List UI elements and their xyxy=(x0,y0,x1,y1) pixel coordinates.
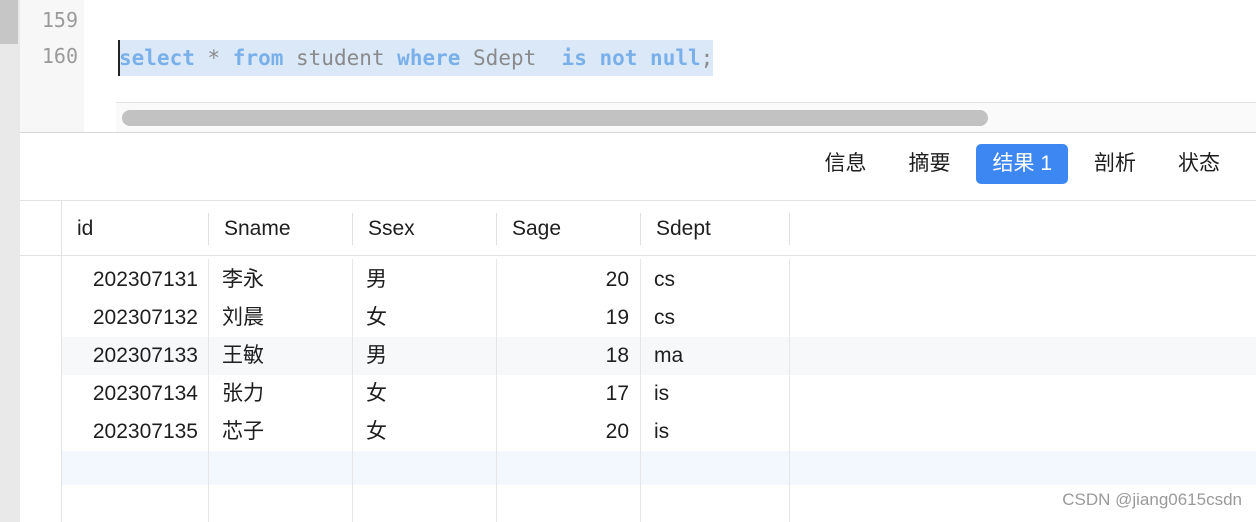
text-cursor xyxy=(118,40,120,76)
result-grid[interactable]: id Sname Ssex Sage Sdept 202307131 李永 男 … xyxy=(20,201,1256,522)
cell-id[interactable]: 202307134 xyxy=(62,375,198,413)
code-star: * xyxy=(194,46,233,70)
cell-ssex[interactable]: 女 xyxy=(366,299,387,337)
table-row[interactable]: 202307133 王敏 男 18 ma xyxy=(62,337,1256,375)
code-table-name: student xyxy=(283,46,398,70)
cell-sage[interactable]: 19 xyxy=(497,299,629,337)
cell-ssex[interactable]: 男 xyxy=(366,261,387,299)
vertical-scrollbar-track[interactable] xyxy=(0,0,20,522)
cell-sdept[interactable]: cs xyxy=(654,299,675,337)
keyword-select: select xyxy=(119,46,195,70)
column-header-sname[interactable]: Sname xyxy=(209,213,353,245)
column-header-sage[interactable]: Sage xyxy=(497,213,641,245)
cell-sage[interactable]: 20 xyxy=(497,261,629,299)
sql-editor[interactable]: 159 160 select * from student where Sdep… xyxy=(0,0,1256,133)
cell-sdept[interactable]: is xyxy=(654,413,669,451)
header-divider xyxy=(20,255,1256,256)
column-header-id[interactable]: id xyxy=(62,213,209,245)
sql-query-line[interactable]: select * from student where Sdept is not… xyxy=(119,40,714,76)
line-number: 159 xyxy=(41,8,78,32)
cell-id[interactable]: 202307132 xyxy=(62,299,198,337)
cell-sname[interactable]: 王敏 xyxy=(222,337,264,375)
cell-sname[interactable]: 李永 xyxy=(222,261,264,299)
column-divider xyxy=(352,259,353,522)
row-selector-column[interactable] xyxy=(20,201,62,522)
keyword-from: from xyxy=(232,46,284,70)
column-divider xyxy=(640,259,641,522)
table-row[interactable]: 202307131 李永 男 20 cs xyxy=(62,261,1256,299)
column-divider xyxy=(496,259,497,522)
tab-result-1[interactable]: 结果 1 xyxy=(976,144,1068,184)
cell-sdept[interactable]: is xyxy=(654,375,669,413)
cell-ssex[interactable]: 男 xyxy=(366,337,387,375)
code-column-name: Sdept xyxy=(460,46,562,70)
cell-ssex[interactable]: 女 xyxy=(366,375,387,413)
cell-sname[interactable]: 张力 xyxy=(222,375,264,413)
watermark: CSDN @jiang0615csdn xyxy=(1062,490,1242,509)
line-number: 160 xyxy=(41,44,78,68)
cell-id[interactable]: 202307131 xyxy=(62,261,198,299)
cell-sage[interactable]: 20 xyxy=(497,413,629,451)
editor-divider xyxy=(20,132,1256,133)
cell-sname[interactable]: 刘晨 xyxy=(222,299,264,337)
column-divider xyxy=(789,259,790,522)
cell-id[interactable]: 202307133 xyxy=(62,337,198,375)
code-semicolon: ; xyxy=(700,46,714,70)
keyword-is-not-null: is not null xyxy=(561,46,701,70)
table-row[interactable]: 202307132 刘晨 女 19 cs xyxy=(62,299,1256,337)
column-header-ssex[interactable]: Ssex xyxy=(353,213,497,245)
vertical-scrollbar-thumb[interactable] xyxy=(0,0,18,44)
tab-info[interactable]: 信息 xyxy=(808,144,882,184)
table-row[interactable]: 202307135 芯子 女 20 is xyxy=(62,413,1256,451)
table-row[interactable]: 202307134 张力 女 17 is xyxy=(62,375,1256,413)
tab-summary[interactable]: 摘要 xyxy=(892,144,966,184)
cell-sdept[interactable]: ma xyxy=(654,337,683,375)
column-divider xyxy=(208,259,209,522)
result-tabs: 信息 摘要 结果 1 剖析 状态 xyxy=(808,144,1236,184)
horizontal-scrollbar-thumb[interactable] xyxy=(122,110,988,126)
tab-profile[interactable]: 剖析 xyxy=(1078,144,1152,184)
column-header-sdept[interactable]: Sdept xyxy=(641,213,790,245)
cell-sage[interactable]: 18 xyxy=(497,337,629,375)
cell-sage[interactable]: 17 xyxy=(497,375,629,413)
keyword-where: where xyxy=(397,46,461,70)
cell-id[interactable]: 202307135 xyxy=(62,413,198,451)
empty-row[interactable] xyxy=(62,451,1256,485)
tab-status[interactable]: 状态 xyxy=(1162,144,1236,184)
cell-sname[interactable]: 芯子 xyxy=(222,413,264,451)
cell-sdept[interactable]: cs xyxy=(654,261,675,299)
cell-ssex[interactable]: 女 xyxy=(366,413,387,451)
